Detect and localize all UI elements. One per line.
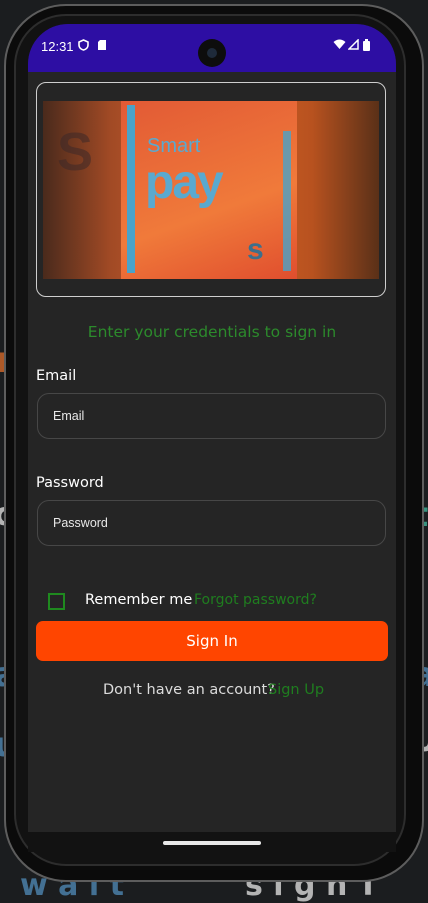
remember-me-checkbox[interactable] — [48, 593, 65, 610]
no-account-text: Don't have an account? — [103, 682, 275, 698]
home-indicator[interactable] — [163, 841, 261, 845]
password-field[interactable]: Password — [37, 500, 386, 546]
remember-me-label[interactable]: Remember me — [85, 592, 192, 608]
status-bar: 12:31 — [28, 24, 396, 72]
wifi-icon — [333, 39, 346, 53]
sign-in-button[interactable]: Sign In — [36, 621, 388, 661]
forgot-password-link[interactable]: Forgot password? — [194, 592, 317, 608]
password-placeholder: Password — [53, 516, 108, 530]
password-label: Password — [36, 475, 104, 491]
logo-bar — [127, 105, 135, 273]
logo-pay-text: pay — [145, 156, 224, 209]
shield-icon — [78, 39, 89, 54]
logo-card: Smart pay s — [121, 101, 297, 279]
app-screen: 12:31 S Smart pay s Enter your credentia… — [28, 24, 396, 832]
logo-s-text: s — [247, 233, 264, 266]
signin-subtitle: Enter your credentials to sign in — [87, 323, 337, 341]
email-placeholder: Email — [53, 409, 85, 423]
banner-frame: S Smart pay s — [36, 82, 386, 297]
front-camera — [198, 39, 226, 67]
logo-bar — [283, 131, 291, 271]
sim-icon — [97, 39, 107, 54]
email-field[interactable]: Email — [37, 393, 386, 439]
signal-icon — [347, 38, 359, 53]
status-time: 12:31 — [41, 39, 74, 54]
battery-icon — [363, 39, 370, 54]
sign-up-link[interactable]: Sign Up — [268, 682, 324, 698]
smartpay-logo-image: S Smart pay s — [43, 101, 379, 279]
email-label: Email — [36, 368, 77, 384]
ghost-glyph: S — [57, 122, 94, 182]
